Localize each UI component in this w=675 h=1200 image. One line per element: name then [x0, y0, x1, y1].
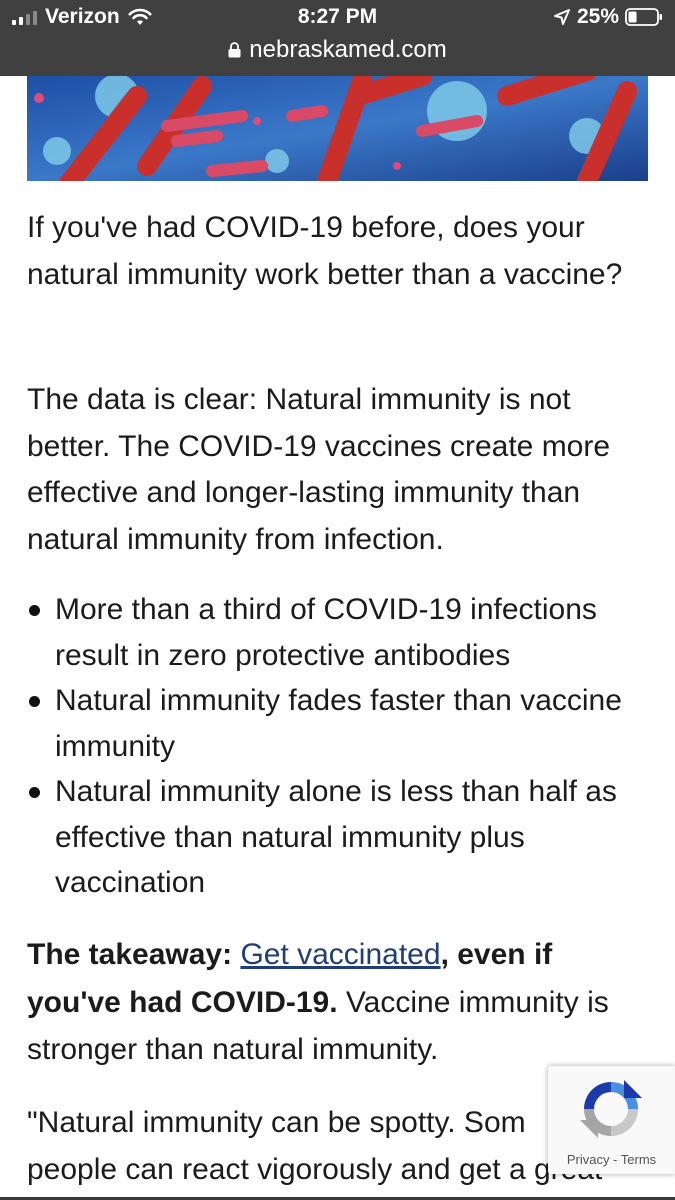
takeaway-paragraph: The takeaway: Get vaccinated, even if yo… — [27, 931, 652, 1074]
antibody-virus-illustration — [27, 76, 648, 181]
bullet-icon — [29, 787, 40, 798]
get-vaccinated-link[interactable]: Get vaccinated — [240, 938, 440, 971]
recaptcha-icon — [580, 1080, 642, 1138]
url-bar[interactable]: nebraskamed.com — [0, 36, 675, 65]
quote-line-1: "Natural immunity can be spotty. Som — [27, 1106, 526, 1139]
recaptcha-links[interactable]: Privacy - Terms — [548, 1152, 675, 1167]
right-status: 25% — [553, 5, 663, 29]
bullet-icon — [29, 696, 40, 707]
bullet-icon — [29, 605, 40, 616]
location-arrow-icon — [553, 9, 570, 25]
battery-percent: 25% — [576, 5, 619, 28]
recaptcha-badge[interactable]: Privacy - Terms — [548, 1066, 675, 1174]
takeaway-label: The takeaway: — [27, 938, 233, 971]
status-bar: Verizon 8:27 PM 25% — [0, 0, 675, 38]
lock-icon — [228, 42, 241, 58]
url-domain: nebraskamed.com — [249, 36, 447, 63]
list-item: Natural immunity alone is less than half… — [27, 769, 652, 906]
quote-line-2: people can react vigorously and get a gr… — [27, 1152, 603, 1186]
key-points-list: More than a third of COVID-19 infections… — [27, 587, 652, 906]
list-item: More than a third of COVID-19 infections… — [27, 587, 652, 678]
browser-top-bar: Verizon 8:27 PM 25% nebraskamed.com — [0, 0, 675, 76]
intro-paragraph: If you've had COVID-19 before, does your… — [27, 211, 623, 291]
article-hero-image — [27, 76, 648, 181]
battery-icon — [625, 8, 662, 26]
data-clear-paragraph: The data is clear: Natural immunity is n… — [27, 383, 611, 556]
list-item: Natural immunity fades faster than vacci… — [27, 678, 652, 769]
